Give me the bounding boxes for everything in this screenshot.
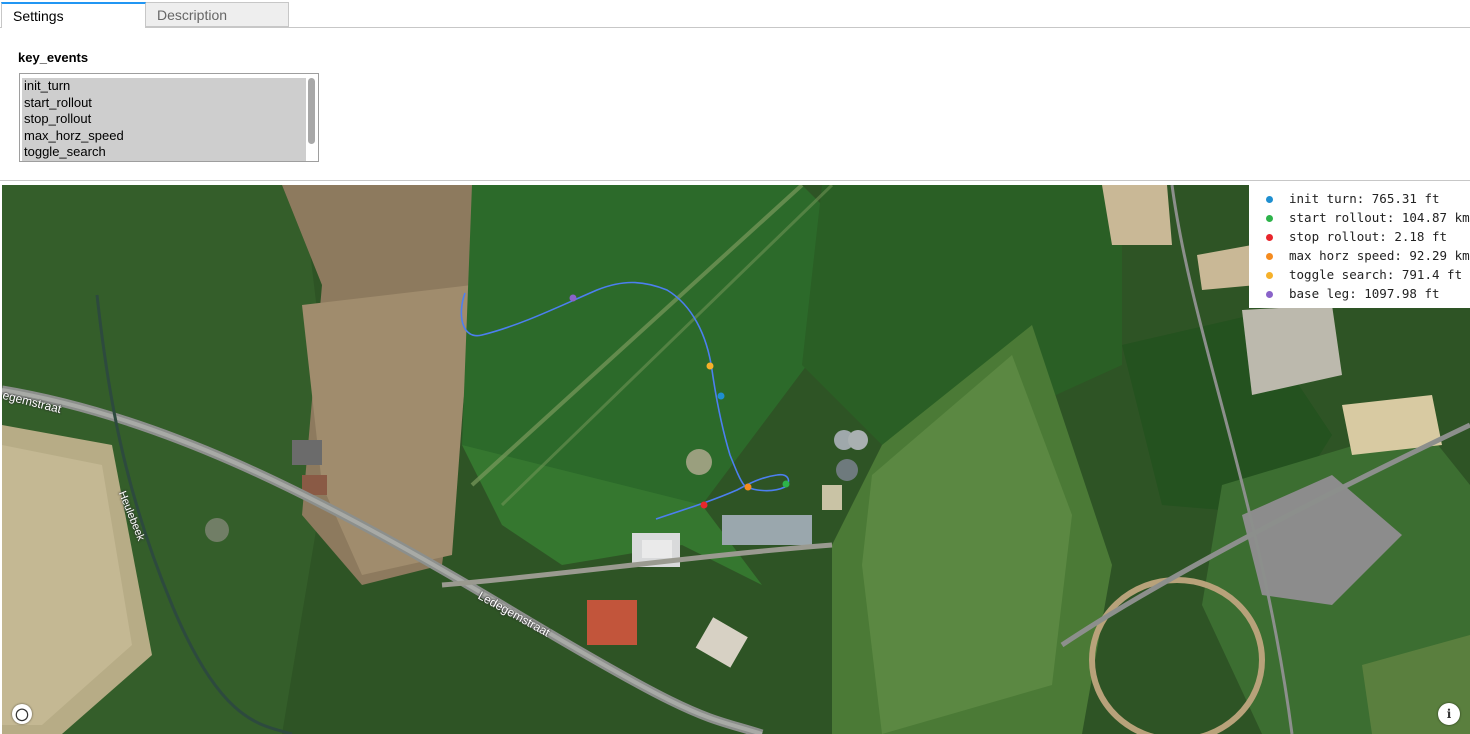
legend-label-max-horz-speed: max horz speed: 92.29 km/u [1289, 248, 1470, 263]
listbox-scroll-thumb[interactable] [308, 78, 315, 144]
mapbox-logo-icon[interactable]: ◯ [12, 704, 32, 724]
event-dot-base-leg [569, 294, 577, 302]
key-events-select[interactable]: init_turn start_rollout stop_rollout max… [19, 73, 319, 162]
event-dot-init-turn [717, 392, 725, 400]
tab-description[interactable]: Description [145, 2, 289, 27]
option-toggle-search[interactable]: toggle_search [22, 144, 306, 161]
legend-item-stop-rollout: stop rollout: 2.18 ft [1249, 228, 1470, 247]
info-icon[interactable]: i [1438, 703, 1460, 725]
option-start-rollout[interactable]: start_rollout [22, 95, 306, 112]
map-legend: init turn: 765.31 ft start rollout: 104.… [1249, 185, 1470, 308]
tab-settings[interactable]: Settings [1, 2, 146, 28]
legend-label-init-turn: init turn: 765.31 ft [1289, 191, 1440, 206]
legend-item-toggle-search: toggle search: 791.4 ft [1249, 266, 1470, 285]
legend-item-base-leg: base leg: 1097.98 ft [1249, 285, 1470, 304]
event-dot-start-rollout [782, 480, 790, 488]
legend-dot-base-leg [1266, 291, 1273, 298]
legend-dot-max-horz-speed [1266, 253, 1273, 260]
tab-bar: Settings Description [0, 0, 1470, 28]
legend-dot-start-rollout [1266, 215, 1273, 222]
legend-item-max-horz-speed: max horz speed: 92.29 km/u [1249, 247, 1470, 266]
option-max-horz-speed[interactable]: max_horz_speed [22, 128, 306, 145]
legend-label-base-leg: base leg: 1097.98 ft [1289, 286, 1440, 301]
legend-label-stop-rollout: stop rollout: 2.18 ft [1289, 229, 1448, 244]
legend-label-toggle-search: toggle search: 791.4 ft [1289, 267, 1463, 282]
event-dot-toggle-search [706, 362, 714, 370]
option-stop-rollout[interactable]: stop_rollout [22, 111, 306, 128]
legend-dot-stop-rollout [1266, 234, 1273, 241]
event-dot-max-horz-speed [744, 483, 752, 491]
event-dot-stop-rollout [700, 501, 708, 509]
legend-dot-init-turn [1266, 196, 1273, 203]
legend-item-start-rollout: start rollout: 104.87 km/u [1249, 209, 1470, 228]
legend-dot-toggle-search [1266, 272, 1273, 279]
settings-panel: key_events init_turn start_rollout stop_… [0, 28, 1470, 181]
key-events-options: init_turn start_rollout stop_rollout max… [22, 78, 306, 161]
key-events-label: key_events [18, 50, 89, 65]
listbox-scrollbar[interactable] [306, 75, 317, 160]
option-init-turn[interactable]: init_turn [22, 78, 306, 95]
legend-label-start-rollout: start rollout: 104.87 km/u [1289, 210, 1470, 225]
legend-item-init-turn: init turn: 765.31 ft [1249, 190, 1470, 209]
